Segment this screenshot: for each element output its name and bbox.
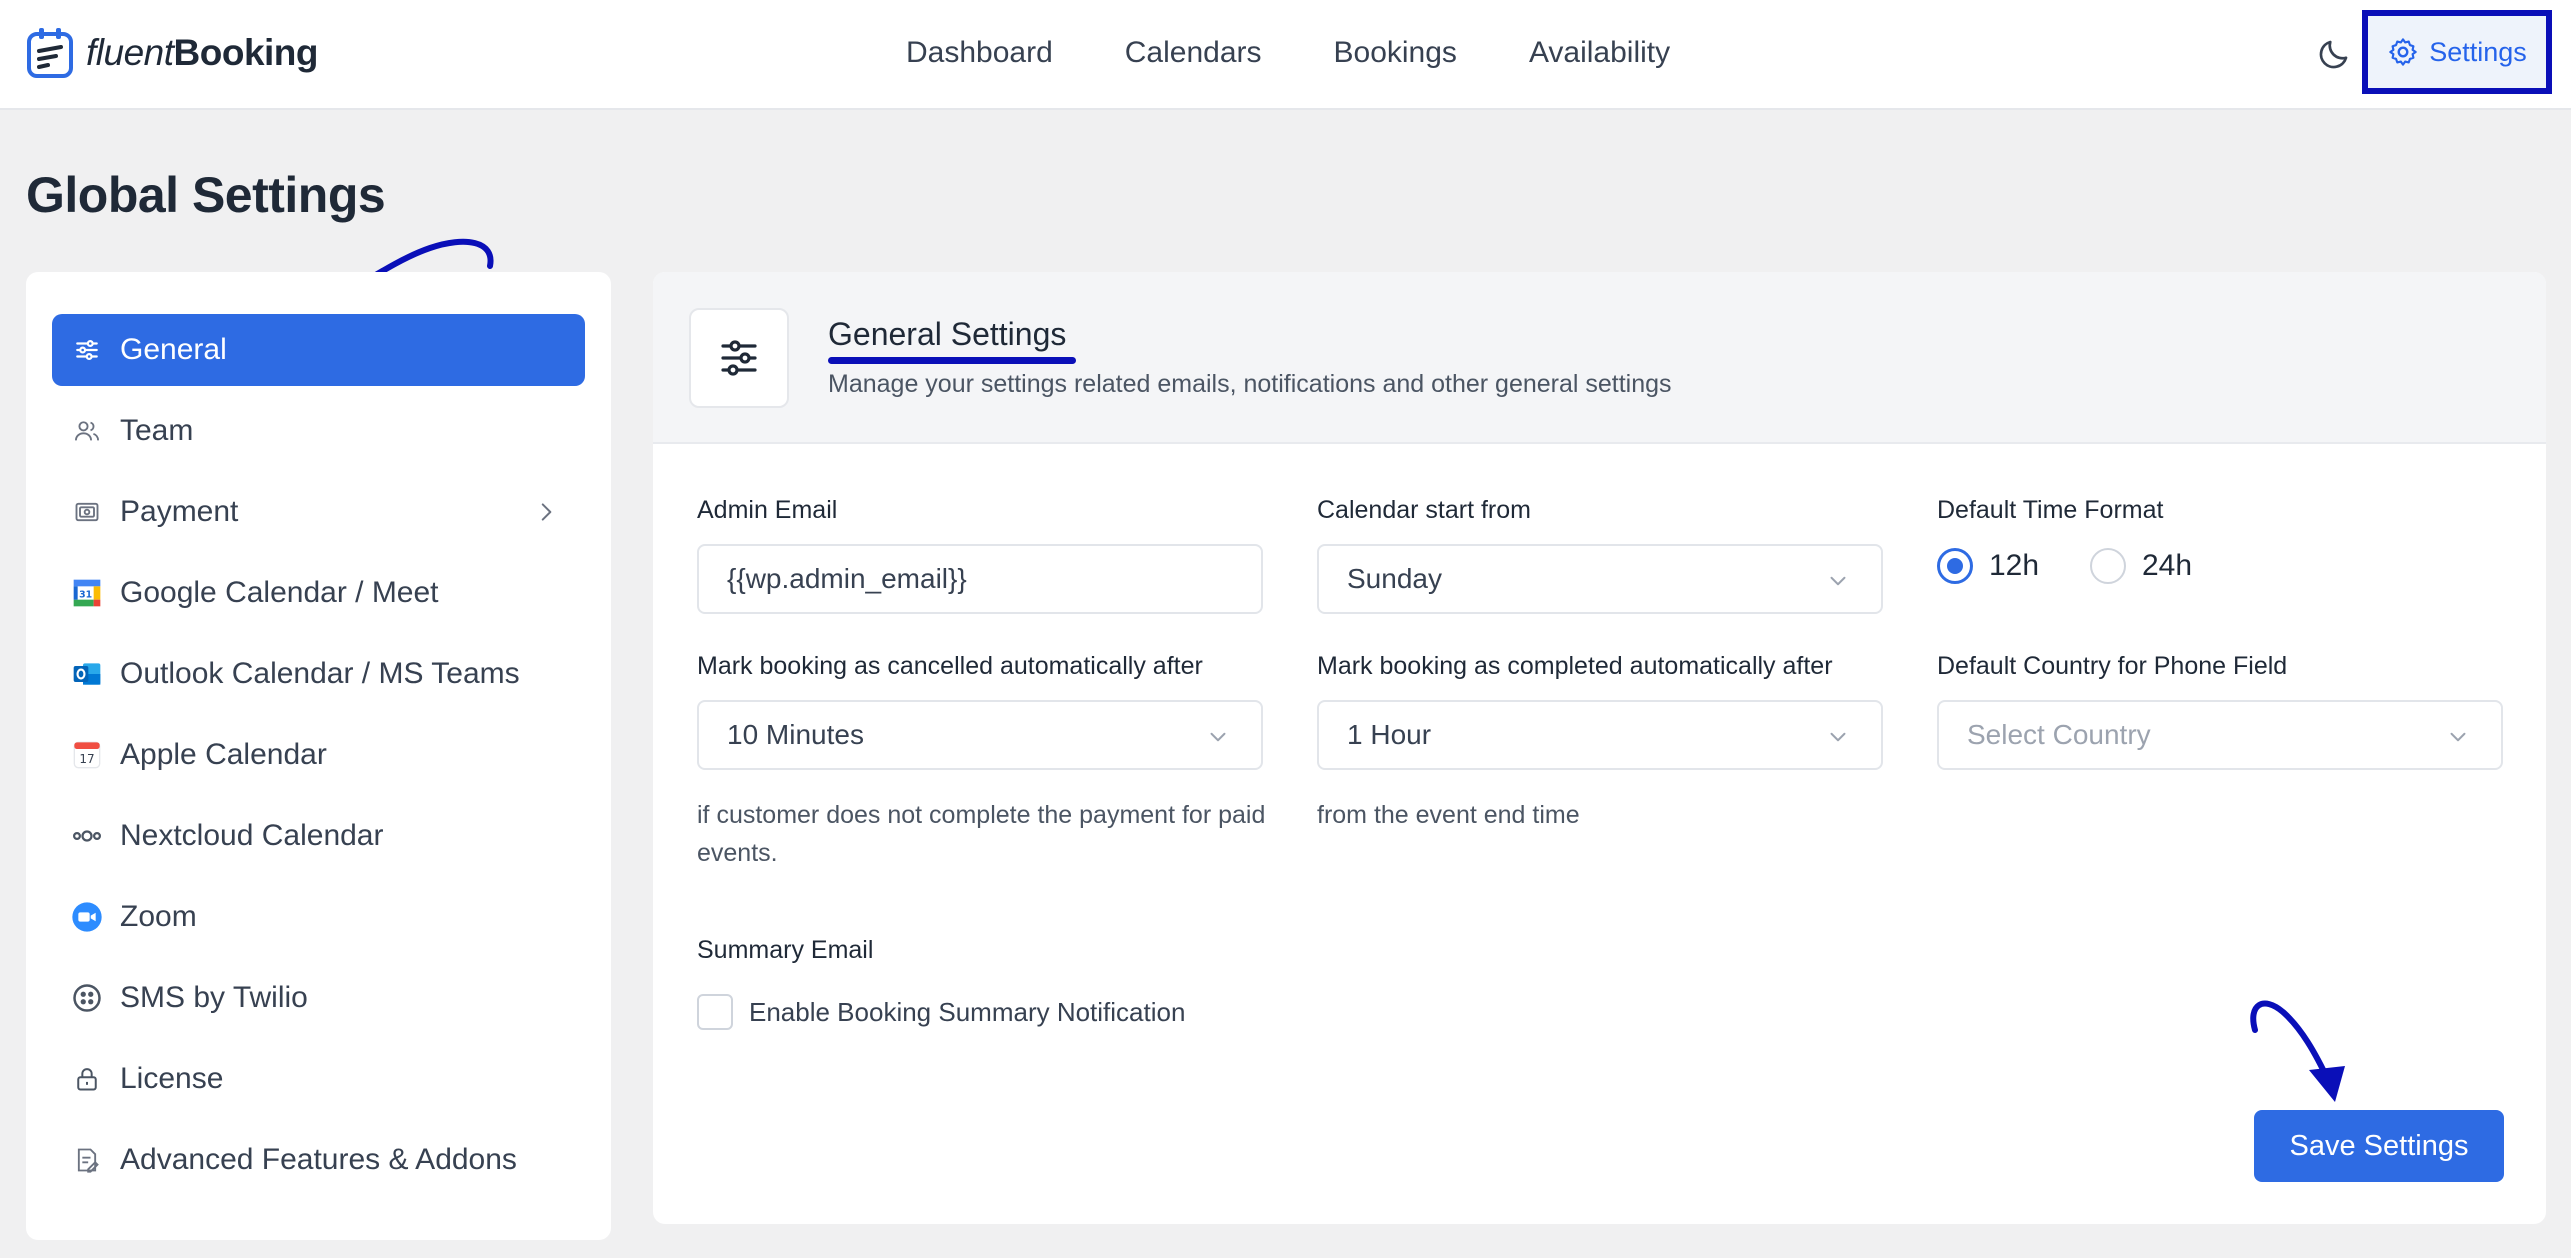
radio-label-12h: 12h xyxy=(1989,549,2040,582)
sidebar-item-apple-calendar[interactable]: 17 Apple Calendar xyxy=(52,719,585,791)
sidebar-item-google-calendar[interactable]: 31 Google Calendar / Meet xyxy=(52,557,585,629)
sidebar-item-label: Outlook Calendar / MS Teams xyxy=(120,657,520,690)
apple-calendar-icon: 17 xyxy=(70,738,104,772)
sidebar-item-license[interactable]: License xyxy=(52,1043,585,1115)
nav-bookings[interactable]: Bookings xyxy=(1334,30,1457,76)
outlook-icon xyxy=(70,657,104,691)
top-bar: fluentBooking Dashboard Calendars Bookin… xyxy=(0,0,2571,110)
auto-cancel-help: if customer does not complete the paymen… xyxy=(697,801,1266,867)
booking-summary-checkbox[interactable]: Enable Booking Summary Notification xyxy=(697,994,1185,1030)
admin-email-input[interactable]: {{wp.admin_email}} xyxy=(697,544,1263,614)
default-country-label: Default Country for Phone Field xyxy=(1937,652,2288,680)
sidebar-item-label: Nextcloud Calendar xyxy=(120,819,384,852)
sidebar-item-label: Google Calendar / Meet xyxy=(120,576,439,609)
chevron-down-icon xyxy=(1830,576,1846,586)
moon-icon xyxy=(2319,40,2348,69)
sidebar-item-addons[interactable]: Advanced Features & Addons xyxy=(52,1124,585,1196)
payment-icon xyxy=(70,495,104,529)
chevron-down-icon xyxy=(1830,732,1846,742)
auto-complete-help: from the event end time xyxy=(1317,801,1580,829)
auto-cancel-label: Mark booking as cancelled automatically … xyxy=(697,652,1203,680)
brand-name-light: fluent xyxy=(86,32,174,73)
sidebar-item-label: Advanced Features & Addons xyxy=(120,1143,517,1176)
chevron-down-icon xyxy=(1210,732,1226,742)
sidebar-item-label: License xyxy=(120,1062,224,1095)
main-nav: Dashboard Calendars Bookings Availabilit… xyxy=(906,30,1670,76)
sidebar-item-sms-twilio[interactable]: SMS by Twilio xyxy=(52,962,585,1034)
sidebar-item-label: General xyxy=(120,333,227,366)
default-country-placeholder: Select Country xyxy=(1967,719,2151,750)
addons-icon xyxy=(70,1143,104,1177)
settings-button-label: Settings xyxy=(2429,36,2527,67)
lock-icon xyxy=(70,1062,104,1096)
chevron-right-icon xyxy=(541,503,552,521)
auto-complete-label: Mark booking as completed automatically … xyxy=(1317,652,1833,680)
nav-calendars[interactable]: Calendars xyxy=(1125,30,1262,76)
time-format-12h-radio[interactable]: 12h xyxy=(1937,548,2039,584)
sidebar-item-payment[interactable]: Payment xyxy=(52,476,585,548)
brand-name: fluentBooking xyxy=(86,32,319,74)
settings-button[interactable]: Settings xyxy=(2362,10,2552,94)
logo[interactable]: fluentBooking xyxy=(26,26,319,80)
sidebar-item-label: SMS by Twilio xyxy=(120,981,308,1014)
auto-complete-select[interactable]: 1 Hour xyxy=(1317,700,1883,770)
sliders-icon xyxy=(70,333,104,367)
auto-cancel-select[interactable]: 10 Minutes xyxy=(697,700,1263,770)
general-settings-panel: General Settings Manage your settings re… xyxy=(653,272,2546,1224)
page-title: Global Settings xyxy=(26,167,386,223)
auto-cancel-value: 10 Minutes xyxy=(727,719,864,750)
sidebar-item-label: Zoom xyxy=(120,900,197,933)
panel-title: General Settings xyxy=(828,316,1067,352)
chevron-down-icon xyxy=(2450,732,2466,742)
default-country-select[interactable]: Select Country xyxy=(1937,700,2503,770)
calendar-start-label: Calendar start from xyxy=(1317,496,1531,524)
radio-label-24h: 24h xyxy=(2142,549,2193,582)
sidebar-item-team[interactable]: Team xyxy=(52,395,585,467)
nextcloud-icon xyxy=(70,819,104,853)
users-icon xyxy=(70,414,104,448)
sidebar-item-general[interactable]: General xyxy=(52,314,585,386)
calendar-start-value: Sunday xyxy=(1347,563,1442,594)
radio-circle xyxy=(1937,548,1973,584)
nav-dashboard[interactable]: Dashboard xyxy=(906,30,1053,76)
sidebar-item-label: Payment xyxy=(120,495,239,528)
nav-availability[interactable]: Availability xyxy=(1529,30,1670,76)
radio-circle xyxy=(2090,548,2126,584)
annotation-arrow-save xyxy=(2250,1000,2345,1102)
calendar-start-select[interactable]: Sunday xyxy=(1317,544,1883,614)
svg-text:31: 31 xyxy=(79,590,92,601)
sidebar-item-nextcloud-calendar[interactable]: Nextcloud Calendar xyxy=(52,800,585,872)
sidebar-item-label: Apple Calendar xyxy=(120,738,327,771)
auto-complete-value: 1 Hour xyxy=(1347,719,1432,750)
sidebar-item-zoom[interactable]: Zoom xyxy=(52,881,585,953)
admin-email-value: {{wp.admin_email}} xyxy=(727,563,967,594)
settings-sliders-icon xyxy=(689,308,789,408)
sidebar-item-label: Team xyxy=(120,414,194,447)
dark-mode-toggle[interactable] xyxy=(2312,32,2356,76)
panel-description: Manage your settings related emails, not… xyxy=(828,370,1672,398)
brand-name-bold: Booking xyxy=(173,32,319,73)
annotation-underline xyxy=(828,357,1076,364)
time-format-24h-radio[interactable]: 24h xyxy=(2090,548,2192,584)
google-calendar-icon: 31 xyxy=(70,576,104,610)
summary-email-label: Summary Email xyxy=(697,936,874,964)
save-settings-button[interactable]: Save Settings xyxy=(2254,1110,2504,1182)
gear-icon xyxy=(2389,38,2417,66)
panel-header: General Settings Manage your settings re… xyxy=(653,272,2546,444)
twilio-icon xyxy=(70,981,104,1015)
svg-text:17: 17 xyxy=(79,752,94,766)
booking-summary-checkbox-label: Enable Booking Summary Notification xyxy=(749,996,1186,1027)
checkbox-box xyxy=(697,994,733,1030)
settings-sidebar: General Team Payment 31 Google Calendar … xyxy=(26,272,611,1240)
sidebar-item-outlook-calendar[interactable]: Outlook Calendar / MS Teams xyxy=(52,638,585,710)
zoom-icon xyxy=(70,900,104,934)
fluent-booking-logo-icon xyxy=(27,28,73,78)
time-format-label: Default Time Format xyxy=(1937,496,2164,524)
admin-email-label: Admin Email xyxy=(697,496,838,524)
